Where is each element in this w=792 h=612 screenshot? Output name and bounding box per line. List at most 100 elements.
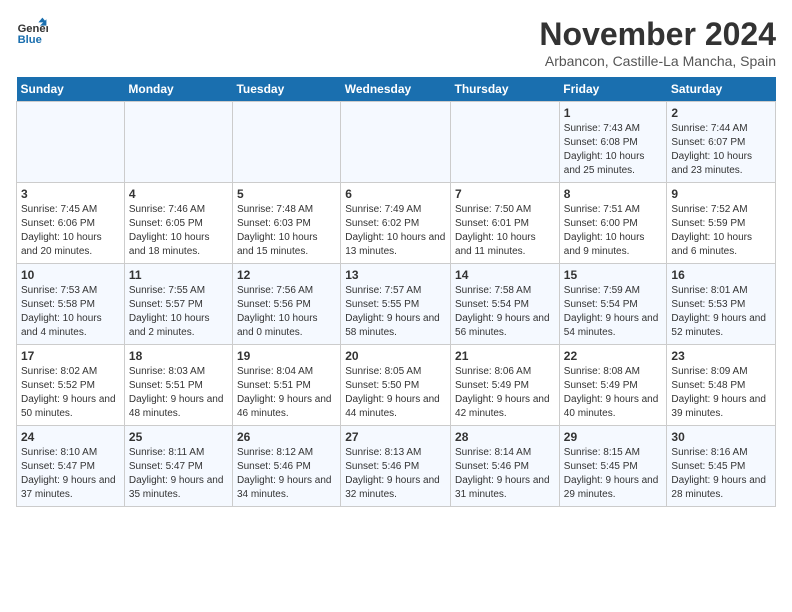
day-cell: 5Sunrise: 7:48 AM Sunset: 6:03 PM Daylig… <box>232 183 340 264</box>
day-cell: 20Sunrise: 8:05 AM Sunset: 5:50 PM Dayli… <box>341 345 451 426</box>
day-number: 9 <box>671 187 771 201</box>
day-info: Sunrise: 7:53 AM Sunset: 5:58 PM Dayligh… <box>21 284 120 340</box>
day-cell: 11Sunrise: 7:55 AM Sunset: 5:57 PM Dayli… <box>124 264 232 345</box>
day-number: 14 <box>455 268 555 282</box>
day-info: Sunrise: 7:56 AM Sunset: 5:56 PM Dayligh… <box>237 284 336 340</box>
week-row-5: 24Sunrise: 8:10 AM Sunset: 5:47 PM Dayli… <box>17 426 776 507</box>
week-row-1: 1 Sunrise: 7:43 AM Sunset: 6:08 PM Daylig… <box>17 102 776 183</box>
week-row-2: 3 Sunrise: 7:45 AM Sunset: 6:06 PM Daylig… <box>17 183 776 264</box>
day-info: Sunrise: 8:06 AM Sunset: 5:49 PM Dayligh… <box>455 365 555 421</box>
day-number: 26 <box>237 430 336 444</box>
header: General Blue November 2024 Arbancon, Cas… <box>16 16 776 69</box>
day-info: Sunrise: 7:45 AM Sunset: 6:06 PM Dayligh… <box>21 203 120 259</box>
weekday-saturday: Saturday <box>667 77 776 102</box>
day-info: Sunrise: 8:03 AM Sunset: 5:51 PM Dayligh… <box>129 365 228 421</box>
day-cell: 27 Sunrise: 8:13 AM Sunset: 5:46 PM Dayli… <box>341 426 451 507</box>
day-cell: 25 Sunrise: 8:11 AM Sunset: 5:47 PM Dayli… <box>124 426 232 507</box>
day-cell: 4Sunrise: 7:46 AM Sunset: 6:05 PM Daylig… <box>124 183 232 264</box>
weekday-tuesday: Tuesday <box>232 77 340 102</box>
day-cell <box>232 102 340 183</box>
day-number: 27 <box>345 430 446 444</box>
day-info: Sunrise: 8:14 AM Sunset: 5:46 PM Dayligh… <box>455 446 555 502</box>
day-number: 3 <box>21 187 120 201</box>
day-cell: 8 Sunrise: 7:51 AM Sunset: 6:00 PM Daylig… <box>559 183 667 264</box>
day-cell: 3 Sunrise: 7:45 AM Sunset: 6:06 PM Daylig… <box>17 183 125 264</box>
day-number: 18 <box>129 349 228 363</box>
calendar-table: SundayMondayTuesdayWednesdayThursdayFrid… <box>16 77 776 507</box>
day-info: Sunrise: 8:05 AM Sunset: 5:50 PM Dayligh… <box>345 365 446 421</box>
svg-text:Blue: Blue <box>18 34 42 46</box>
day-cell: 14 Sunrise: 7:58 AM Sunset: 5:54 PM Dayli… <box>451 264 560 345</box>
day-cell: 22 Sunrise: 8:08 AM Sunset: 5:49 PM Dayli… <box>559 345 667 426</box>
day-number: 13 <box>345 268 446 282</box>
day-number: 28 <box>455 430 555 444</box>
day-cell: 9 Sunrise: 7:52 AM Sunset: 5:59 PM Daylig… <box>667 183 776 264</box>
day-info: Sunrise: 7:50 AM Sunset: 6:01 PM Dayligh… <box>455 203 555 259</box>
day-cell: 26 Sunrise: 8:12 AM Sunset: 5:46 PM Dayli… <box>232 426 340 507</box>
day-cell: 28 Sunrise: 8:14 AM Sunset: 5:46 PM Dayli… <box>451 426 560 507</box>
day-number: 6 <box>345 187 446 201</box>
day-number: 21 <box>455 349 555 363</box>
weekday-friday: Friday <box>559 77 667 102</box>
day-info: Sunrise: 7:44 AM Sunset: 6:07 PM Dayligh… <box>671 122 771 178</box>
day-info: Sunrise: 7:43 AM Sunset: 6:08 PM Dayligh… <box>564 122 663 178</box>
day-info: Sunrise: 7:59 AM Sunset: 5:54 PM Dayligh… <box>564 284 663 340</box>
day-number: 2 <box>671 106 771 120</box>
day-cell: 19Sunrise: 8:04 AM Sunset: 5:51 PM Dayli… <box>232 345 340 426</box>
day-info: Sunrise: 8:15 AM Sunset: 5:45 PM Dayligh… <box>564 446 663 502</box>
day-info: Sunrise: 8:16 AM Sunset: 5:45 PM Dayligh… <box>671 446 771 502</box>
day-cell: 12Sunrise: 7:56 AM Sunset: 5:56 PM Dayli… <box>232 264 340 345</box>
day-cell: 2 Sunrise: 7:44 AM Sunset: 6:07 PM Daylig… <box>667 102 776 183</box>
day-info: Sunrise: 8:12 AM Sunset: 5:46 PM Dayligh… <box>237 446 336 502</box>
day-info: Sunrise: 8:13 AM Sunset: 5:46 PM Dayligh… <box>345 446 446 502</box>
day-cell: 7 Sunrise: 7:50 AM Sunset: 6:01 PM Daylig… <box>451 183 560 264</box>
weekday-header-row: SundayMondayTuesdayWednesdayThursdayFrid… <box>17 77 776 102</box>
day-info: Sunrise: 8:02 AM Sunset: 5:52 PM Dayligh… <box>21 365 120 421</box>
weekday-monday: Monday <box>124 77 232 102</box>
day-number: 30 <box>671 430 771 444</box>
day-info: Sunrise: 8:10 AM Sunset: 5:47 PM Dayligh… <box>21 446 120 502</box>
day-info: Sunrise: 7:48 AM Sunset: 6:03 PM Dayligh… <box>237 203 336 259</box>
day-cell: 16Sunrise: 8:01 AM Sunset: 5:53 PM Dayli… <box>667 264 776 345</box>
day-cell: 1 Sunrise: 7:43 AM Sunset: 6:08 PM Daylig… <box>559 102 667 183</box>
weekday-wednesday: Wednesday <box>341 77 451 102</box>
day-info: Sunrise: 7:51 AM Sunset: 6:00 PM Dayligh… <box>564 203 663 259</box>
day-number: 17 <box>21 349 120 363</box>
day-cell: 29 Sunrise: 8:15 AM Sunset: 5:45 PM Dayli… <box>559 426 667 507</box>
day-number: 8 <box>564 187 663 201</box>
day-info: Sunrise: 7:58 AM Sunset: 5:54 PM Dayligh… <box>455 284 555 340</box>
day-number: 10 <box>21 268 120 282</box>
day-cell: 10 Sunrise: 7:53 AM Sunset: 5:58 PM Dayli… <box>17 264 125 345</box>
day-number: 25 <box>129 430 228 444</box>
day-info: Sunrise: 7:49 AM Sunset: 6:02 PM Dayligh… <box>345 203 446 259</box>
day-info: Sunrise: 7:57 AM Sunset: 5:55 PM Dayligh… <box>345 284 446 340</box>
day-cell: 21 Sunrise: 8:06 AM Sunset: 5:49 PM Dayli… <box>451 345 560 426</box>
day-number: 7 <box>455 187 555 201</box>
day-number: 16 <box>671 268 771 282</box>
calendar-body: 1 Sunrise: 7:43 AM Sunset: 6:08 PM Daylig… <box>17 102 776 507</box>
day-cell: 24Sunrise: 8:10 AM Sunset: 5:47 PM Dayli… <box>17 426 125 507</box>
day-info: Sunrise: 8:11 AM Sunset: 5:47 PM Dayligh… <box>129 446 228 502</box>
day-number: 4 <box>129 187 228 201</box>
weekday-sunday: Sunday <box>17 77 125 102</box>
weekday-thursday: Thursday <box>451 77 560 102</box>
day-info: Sunrise: 8:08 AM Sunset: 5:49 PM Dayligh… <box>564 365 663 421</box>
day-cell <box>124 102 232 183</box>
day-cell: 17 Sunrise: 8:02 AM Sunset: 5:52 PM Dayli… <box>17 345 125 426</box>
day-info: Sunrise: 7:55 AM Sunset: 5:57 PM Dayligh… <box>129 284 228 340</box>
day-number: 29 <box>564 430 663 444</box>
day-cell: 13 Sunrise: 7:57 AM Sunset: 5:55 PM Dayli… <box>341 264 451 345</box>
day-number: 1 <box>564 106 663 120</box>
day-cell: 23Sunrise: 8:09 AM Sunset: 5:48 PM Dayli… <box>667 345 776 426</box>
day-cell: 30 Sunrise: 8:16 AM Sunset: 5:45 PM Dayli… <box>667 426 776 507</box>
day-cell <box>451 102 560 183</box>
day-cell: 15 Sunrise: 7:59 AM Sunset: 5:54 PM Dayli… <box>559 264 667 345</box>
day-number: 15 <box>564 268 663 282</box>
logo-icon: General Blue <box>16 16 48 48</box>
day-cell <box>17 102 125 183</box>
month-title: November 2024 <box>539 16 776 53</box>
day-info: Sunrise: 7:52 AM Sunset: 5:59 PM Dayligh… <box>671 203 771 259</box>
day-number: 22 <box>564 349 663 363</box>
day-cell: 6 Sunrise: 7:49 AM Sunset: 6:02 PM Daylig… <box>341 183 451 264</box>
day-cell <box>341 102 451 183</box>
